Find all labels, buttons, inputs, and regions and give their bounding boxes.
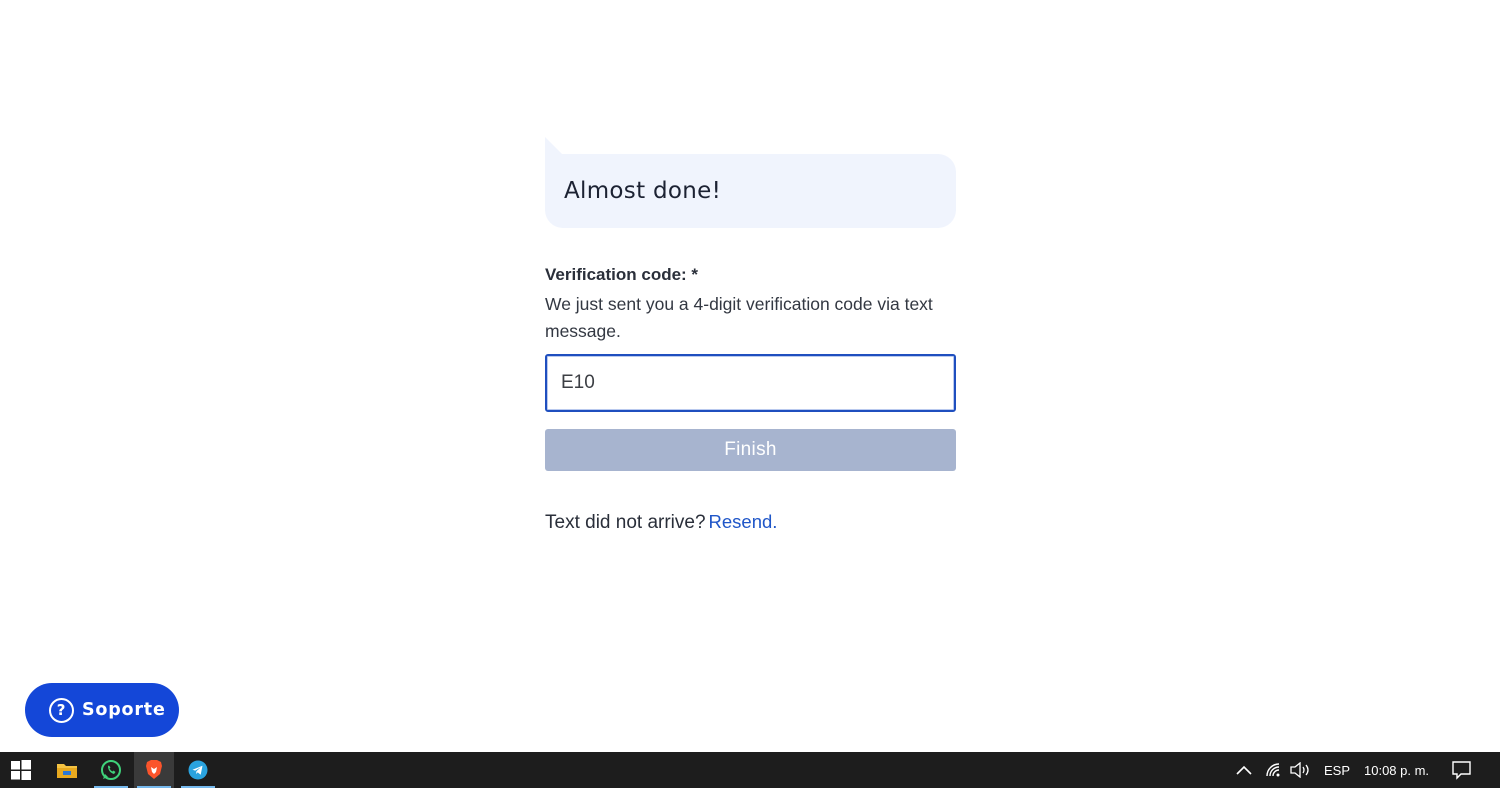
tray-overflow-button[interactable] — [1236, 752, 1252, 788]
bubble-body: Almost done! — [545, 154, 956, 228]
taskbar-brave[interactable] — [134, 752, 174, 788]
language-indicator[interactable]: ESP — [1324, 752, 1350, 788]
finish-button[interactable]: Finish — [545, 429, 956, 471]
folder-icon — [57, 764, 77, 778]
start-button[interactable] — [1, 752, 41, 788]
support-button[interactable]: ? Soporte — [25, 683, 179, 737]
help-circle-icon: ? — [49, 697, 74, 723]
verification-help-text: We just sent you a 4-digit verification … — [545, 294, 933, 341]
clock-time: 10:08 p. m. — [1364, 762, 1430, 778]
whatsapp-icon — [101, 760, 121, 780]
telegram-icon — [188, 760, 208, 780]
taskbar-telegram[interactable] — [178, 752, 218, 788]
verification-page: Almost done! Verification code: * We jus… — [0, 0, 1500, 788]
chevron-up-icon — [1236, 765, 1252, 775]
bubble-tail — [545, 137, 563, 155]
resend-row: Text did not arrive? Resend. — [545, 511, 956, 534]
action-center-button[interactable] — [1451, 752, 1473, 788]
language-label: ESP — [1324, 762, 1351, 778]
speaker-icon — [1290, 762, 1309, 778]
verification-code-input[interactable] — [545, 354, 956, 412]
taskbar-whatsapp[interactable] — [91, 752, 131, 788]
message-bubble: Almost done! — [545, 137, 956, 228]
verification-form: Verification code: * We just sent you a … — [545, 263, 956, 534]
notification-icon — [1452, 761, 1471, 780]
taskbar-file-explorer[interactable] — [47, 752, 87, 788]
clock[interactable]: 10:08 p. m. — [1364, 752, 1429, 788]
windows-logo-icon — [11, 760, 31, 780]
volume-control[interactable] — [1290, 752, 1312, 788]
wifi-icon — [1266, 763, 1280, 777]
resend-link[interactable]: Resend. — [709, 511, 778, 533]
support-label: Soporte — [82, 700, 166, 720]
resend-prompt: Text did not arrive? — [545, 512, 706, 533]
taskbar: ESP 10:08 p. m. — [0, 752, 1500, 788]
network-status[interactable] — [1265, 752, 1283, 788]
verification-code-label: Verification code: * — [545, 265, 699, 284]
brave-lion-icon — [146, 760, 162, 779]
page-title: Almost done! — [564, 178, 722, 204]
